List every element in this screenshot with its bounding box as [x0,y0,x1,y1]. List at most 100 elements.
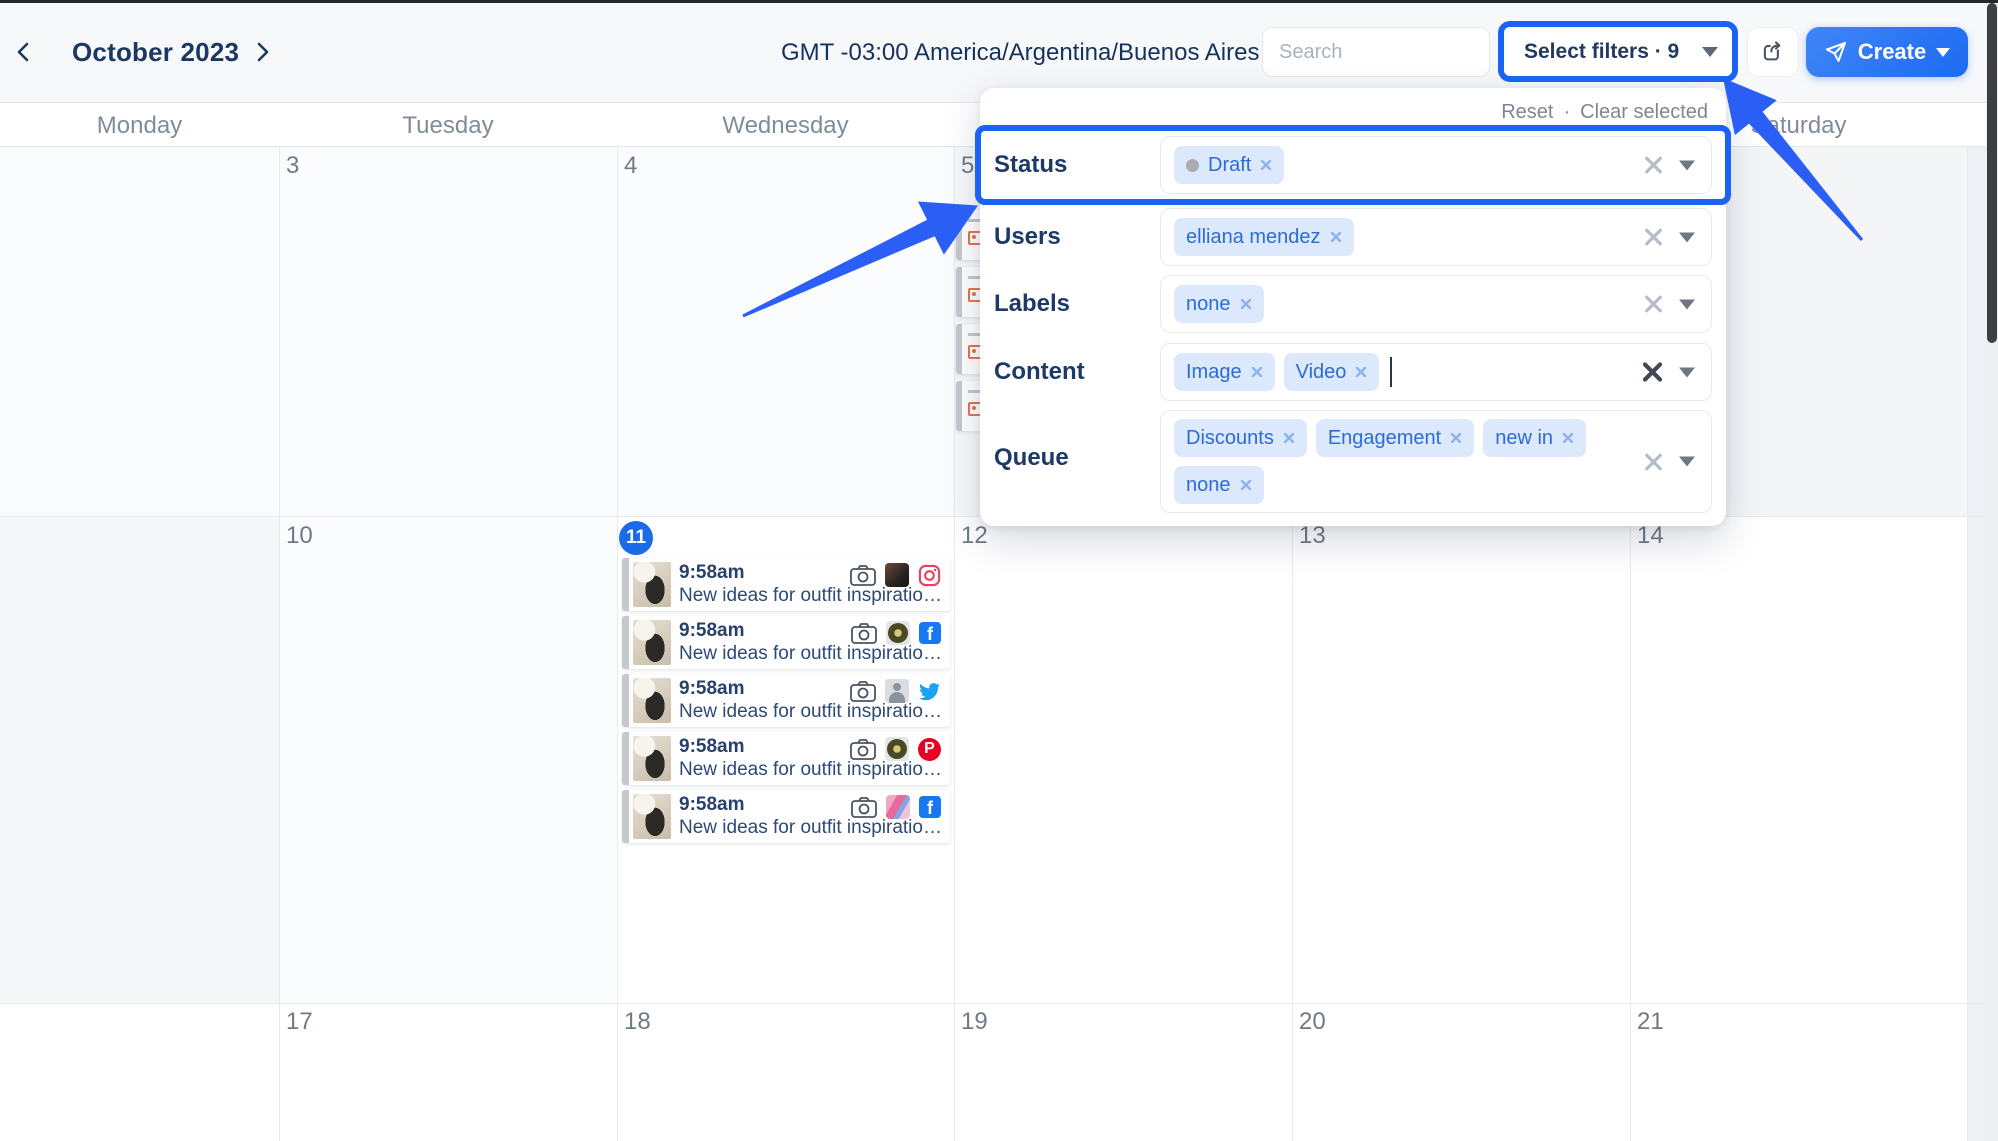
reset-filters-link[interactable]: Reset [1501,101,1553,124]
previous-month-button[interactable] [12,40,36,64]
chip-remove-icon[interactable] [1240,479,1252,491]
chip-remove-icon[interactable] [1260,159,1272,171]
filter-label-labels: Labels [994,290,1070,318]
filter-chip-image[interactable]: Image [1174,353,1275,391]
filter-label-queue: Queue [994,444,1069,472]
cell-week1-wednesday[interactable] [617,147,954,516]
grid-line [954,103,955,1141]
content-filter-input[interactable]: Image Video [1160,343,1712,401]
filter-chip-draft[interactable]: Draft [1174,146,1284,184]
filter-chip-discounts[interactable]: Discounts [1174,419,1307,457]
filter-label-status: Status [994,151,1067,179]
date-14: 14 [1637,522,1664,550]
post-caption: New ideas for outfit inspiratio… [679,759,943,781]
labels-filter-input[interactable]: none [1160,275,1712,333]
chip-remove-icon[interactable] [1240,298,1252,310]
clear-field-icon[interactable] [1644,228,1663,247]
post-time: 9:58am [679,736,745,758]
chip-label: Video [1296,361,1347,384]
share-button[interactable] [1747,27,1799,77]
filter-chip-video[interactable]: Video [1284,353,1380,391]
post-time: 9:58am [679,562,745,584]
users-filter-input[interactable]: elliana mendez [1160,208,1712,266]
chevron-down-icon[interactable] [1679,299,1695,309]
chevron-down-icon[interactable] [1679,232,1695,242]
chevron-down-icon[interactable] [1679,367,1695,377]
clear-selected-link[interactable]: Clear selected [1580,101,1708,124]
event-color-bar [622,674,629,727]
create-button-label: Create [1858,39,1926,65]
twitter-icon [918,680,941,703]
cell-week2-monday[interactable] [0,516,279,1003]
grid-line [1967,103,1968,1141]
filter-label-users: Users [994,223,1061,251]
clear-field-icon[interactable] [1644,295,1663,314]
placeholder-avatar [885,679,909,703]
camera-icon [850,564,876,586]
chip-label: Discounts [1186,427,1274,450]
window-top-edge [0,0,1998,3]
chip-remove-icon[interactable] [1355,366,1367,378]
art-photo-avatar [886,795,910,819]
scrollbar-thumb[interactable] [1987,3,1997,343]
scrollbar[interactable] [1986,0,1998,1141]
filter-chip-none[interactable]: none [1174,466,1264,504]
filters-panel: Reset · Clear selected Status Draft User… [980,88,1726,526]
chip-label: none [1186,474,1231,497]
event-color-bar [956,324,962,374]
cell-week2-tuesday[interactable] [279,516,617,1003]
date-10: 10 [286,522,313,550]
cell-week1-monday[interactable] [0,147,279,516]
date-3: 3 [286,152,299,180]
grid-line [279,103,280,1141]
grid-line [0,1003,1998,1004]
instagram-icon [918,564,941,587]
brand-badge-avatar [886,621,910,645]
filter-chip-new-in[interactable]: new in [1483,419,1586,457]
event-color-bar [622,616,629,669]
event-color-bar [956,381,962,431]
cell-week1-tuesday[interactable] [279,147,617,516]
select-filters-button[interactable]: Select filters · 9 [1504,27,1732,76]
date-13: 13 [1299,522,1326,550]
day-header-wednesday: Wednesday [617,112,954,140]
chip-remove-icon[interactable] [1251,366,1263,378]
text-cursor [1390,357,1392,387]
chip-remove-icon[interactable] [1283,432,1295,444]
event-color-bar [622,790,629,843]
chip-remove-icon[interactable] [1330,231,1342,243]
next-month-button[interactable] [250,40,274,64]
filter-label-content: Content [994,358,1085,386]
search-input[interactable] [1262,27,1490,77]
date-17: 17 [286,1008,313,1036]
scheduled-post-card[interactable]: 9:58am New ideas for outfit inspiratio… … [622,616,950,669]
chip-label: none [1186,293,1231,316]
status-filter-input[interactable]: Draft [1160,136,1712,194]
event-color-bar [956,267,962,317]
date-4: 4 [624,152,637,180]
clear-field-icon[interactable] [1644,156,1663,175]
filter-chip-none[interactable]: none [1174,285,1264,323]
post-caption: New ideas for outfit inspiratio… [679,643,943,665]
clear-field-icon[interactable] [1642,362,1663,383]
month-title: October 2023 [72,37,239,68]
filter-chip-user[interactable]: elliana mendez [1174,218,1354,256]
clear-field-icon[interactable] [1644,452,1663,471]
create-button[interactable]: Create [1806,27,1968,77]
timezone-label: GMT -03:00 America/Argentina/Buenos Aire… [781,39,1259,67]
today-date-badge[interactable]: 11 [619,521,653,555]
scheduled-post-card[interactable]: 9:58am New ideas for outfit inspiratio… … [622,732,950,785]
post-thumbnail [633,794,671,839]
filter-chip-engagement[interactable]: Engagement [1316,419,1474,457]
scheduled-post-card[interactable]: 9:58am New ideas for outfit inspiratio… [622,558,950,611]
chevron-right-icon [250,40,274,64]
chevron-down-icon[interactable] [1679,457,1695,467]
queue-filter-input[interactable]: Discounts Engagement new in none [1160,410,1712,513]
chip-remove-icon[interactable] [1562,432,1574,444]
chevron-down-icon[interactable] [1679,160,1695,170]
scheduled-post-card[interactable]: 9:58am New ideas for outfit inspiratio… [622,674,950,727]
chip-remove-icon[interactable] [1450,432,1462,444]
facebook-icon: f [919,622,941,644]
scheduled-post-card[interactable]: 9:58am New ideas for outfit inspiratio… … [622,790,950,843]
date-19: 19 [961,1008,988,1036]
